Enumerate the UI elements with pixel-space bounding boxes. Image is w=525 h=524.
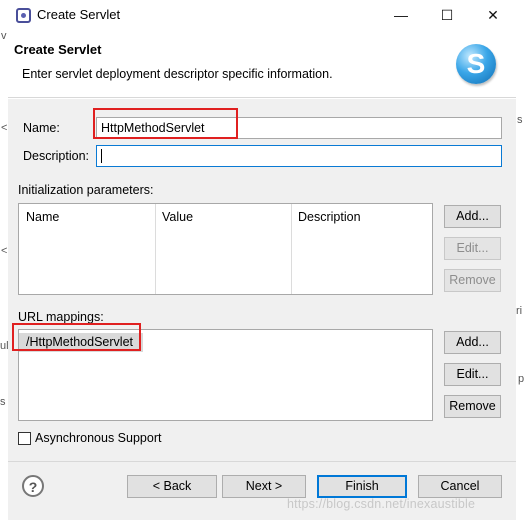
page-title: Create Servlet xyxy=(14,42,102,57)
cancel-button[interactable]: Cancel xyxy=(418,475,502,498)
background-sliver-text: ri xyxy=(516,305,523,317)
async-support-label[interactable]: Asynchronous Support xyxy=(35,431,161,445)
column-divider xyxy=(155,204,156,294)
minimize-button[interactable]: — xyxy=(378,0,424,30)
init-params-label: Initialization parameters: xyxy=(18,183,154,197)
close-button[interactable]: ✕ xyxy=(470,0,516,30)
background-sliver-text: < xyxy=(1,245,8,257)
watermark: https://blog.csdn.net/inexaustible xyxy=(287,497,476,511)
servlet-wizard-icon: S xyxy=(456,44,496,84)
window-title: Create Servlet xyxy=(37,7,121,22)
column-header-value[interactable]: Value xyxy=(162,210,193,224)
background-sliver-text: p xyxy=(518,373,525,385)
url-remove-button[interactable]: Remove xyxy=(444,395,501,418)
init-remove-button[interactable]: Remove xyxy=(444,269,501,292)
footer-divider xyxy=(8,461,516,462)
async-support-checkbox[interactable] xyxy=(18,432,31,445)
background-sliver-text: < xyxy=(1,122,8,134)
next-button[interactable]: Next > xyxy=(222,475,306,498)
background-sliver-text: s xyxy=(0,396,6,408)
background-sliver-text: v xyxy=(1,30,7,42)
name-label: Name: xyxy=(23,121,60,135)
column-header-description[interactable]: Description xyxy=(298,210,361,224)
column-header-name[interactable]: Name xyxy=(26,210,59,224)
maximize-button[interactable]: ☐ xyxy=(424,0,470,30)
description-field[interactable] xyxy=(96,145,502,167)
column-divider xyxy=(291,204,292,294)
back-button[interactable]: < Back xyxy=(127,475,217,498)
help-icon[interactable]: ? xyxy=(22,475,44,497)
description-label: Description: xyxy=(23,149,89,163)
finish-button[interactable]: Finish xyxy=(317,475,407,498)
init-add-button[interactable]: Add... xyxy=(444,205,501,228)
highlight-annotation-name xyxy=(93,108,238,139)
background-editor-right xyxy=(516,30,525,524)
url-mappings-label: URL mappings: xyxy=(18,310,104,324)
eclipse-app-icon xyxy=(16,8,31,23)
text-cursor xyxy=(101,149,102,163)
page-description: Enter servlet deployment descriptor spec… xyxy=(22,67,333,81)
init-edit-button[interactable]: Edit... xyxy=(444,237,501,260)
init-params-table[interactable] xyxy=(18,203,433,295)
url-edit-button[interactable]: Edit... xyxy=(444,363,501,386)
highlight-annotation-mapping xyxy=(12,323,141,351)
url-add-button[interactable]: Add... xyxy=(444,331,501,354)
background-editor-left xyxy=(0,30,8,524)
background-sliver-text: s xyxy=(517,114,523,126)
